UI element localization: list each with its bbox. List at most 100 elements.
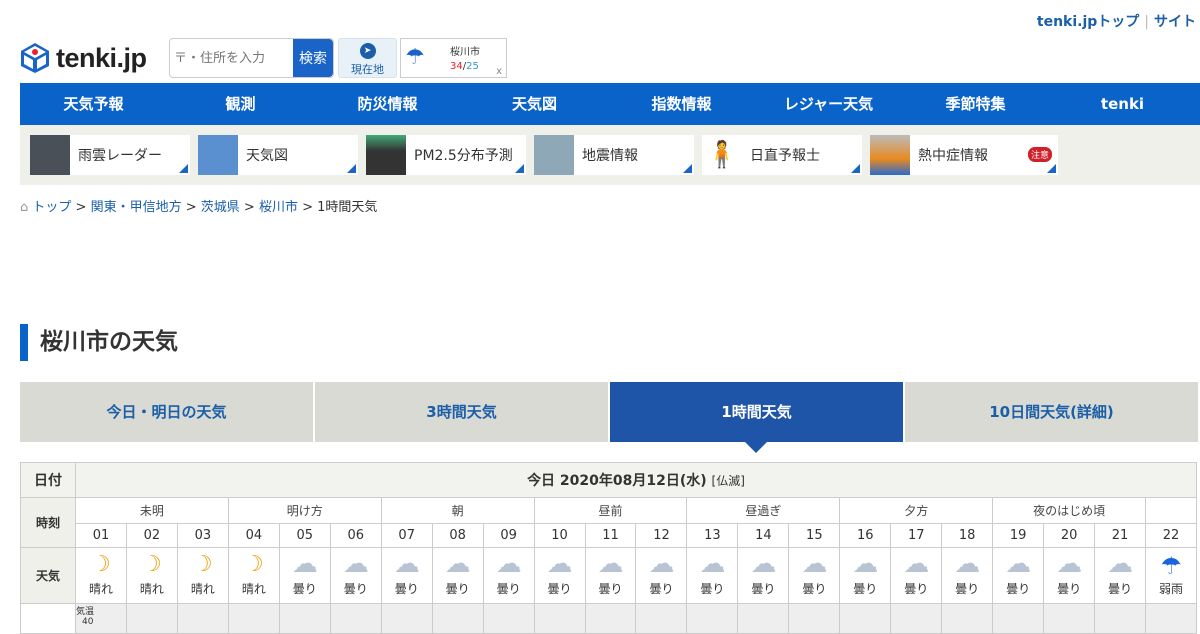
tab-today-tomorrow[interactable]: 今日・明日の天気 xyxy=(20,382,313,442)
weather-text: 曇り xyxy=(343,582,368,596)
tab-3hour[interactable]: 3時間天気 xyxy=(315,382,608,442)
shortcut-label: 熱中症情報 xyxy=(918,148,988,164)
time-segment: 夕方 xyxy=(839,497,994,524)
radar-thumbnail xyxy=(30,135,70,175)
temp-graph-cell xyxy=(431,603,484,634)
pm25-thumbnail xyxy=(366,135,406,175)
weather-text: 曇り xyxy=(445,582,470,596)
nav-tenki[interactable]: tenki xyxy=(1049,83,1196,125)
hour-cell: 14 xyxy=(737,523,790,548)
cloudy-icon: ☁ xyxy=(342,549,369,579)
temp-graph-cell xyxy=(941,603,994,634)
weather-cell: ☽ 晴れ xyxy=(227,547,280,604)
search-box: 検索 xyxy=(169,38,334,78)
cloudy-icon: ☁ xyxy=(1056,549,1083,579)
earthquake-thumbnail xyxy=(534,135,574,175)
breadcrumb-city[interactable]: 桜川市 xyxy=(259,200,298,215)
hour-cell: 13 xyxy=(686,523,739,548)
weather-cell: ☁ 曇り xyxy=(788,547,841,604)
temp-graph-cell xyxy=(227,603,280,634)
hour-cell: 02 xyxy=(125,523,178,548)
low-temp: 25 xyxy=(466,61,479,72)
hour-cell: 10 xyxy=(533,523,586,548)
shortcut-forecaster[interactable]: 🧍 日直予報士 xyxy=(702,135,862,175)
forecast-tabs: 今日・明日の天気 3時間天気 1時間天気 10日間天気(詳細) xyxy=(20,382,1198,453)
link-site[interactable]: サイト xyxy=(1154,14,1196,30)
cloudy-icon: ☁ xyxy=(546,549,573,579)
shortcut-label: 日直予報士 xyxy=(750,148,820,164)
weather-cell: ☂ 弱雨 xyxy=(1145,547,1197,604)
search-input[interactable] xyxy=(170,39,293,77)
breadcrumb-top[interactable]: トップ xyxy=(32,200,71,215)
weather-text: 曇り xyxy=(700,582,725,596)
temp-graph-cell xyxy=(125,603,178,634)
weather-text: 曇り xyxy=(751,582,776,596)
hour-cell: 17 xyxy=(890,523,943,548)
temp-graph-cell xyxy=(737,603,790,634)
time-segment: 昼前 xyxy=(533,497,688,524)
weather-cell: ☁ 曇り xyxy=(737,547,790,604)
temp-axis-tick: 40 xyxy=(82,617,94,627)
tab-1hour[interactable]: 1時間天気 xyxy=(610,382,903,453)
temp-graph-cell xyxy=(686,603,739,634)
temp-label: 気温 xyxy=(76,607,95,617)
nav-observation[interactable]: 観測 xyxy=(167,83,314,125)
cloudy-icon: ☁ xyxy=(954,549,981,579)
tab-10day[interactable]: 10日間天気(詳細) xyxy=(905,382,1198,442)
shortcut-weather-map[interactable]: 天気図 xyxy=(198,135,358,175)
cloudy-icon: ☁ xyxy=(852,549,879,579)
weather-cell: ☁ 曇り xyxy=(329,547,382,604)
weather-text: 晴れ xyxy=(139,582,164,596)
tenki-logo-icon xyxy=(21,43,49,73)
weather-cell: ☁ 曇り xyxy=(992,547,1045,604)
hour-cell: 05 xyxy=(278,523,331,548)
nav-season[interactable]: 季節特集 xyxy=(902,83,1049,125)
rokuyo: [仏滅] xyxy=(711,474,745,488)
shortcut-rain-radar[interactable]: 雨雲レーダー xyxy=(30,135,190,175)
time-segment: 夜のはじめ頃 xyxy=(992,497,1147,524)
shortcut-pm25[interactable]: PM2.5分布予測 xyxy=(366,135,526,175)
weather-text: 曇り xyxy=(547,582,572,596)
hour-cell: 21 xyxy=(1094,523,1147,548)
nav-weather-map[interactable]: 天気図 xyxy=(461,83,608,125)
link-tenki-top[interactable]: tenki.jpトップ xyxy=(1037,14,1139,30)
temp-graph-cell xyxy=(329,603,382,634)
weather-text: 晴れ xyxy=(241,582,266,596)
weather-cell: ☁ 曇り xyxy=(278,547,331,604)
shortcut-earthquake[interactable]: 地震情報 xyxy=(534,135,694,175)
search-button[interactable]: 検索 xyxy=(293,39,333,77)
weather-cell: ☁ 曇り xyxy=(1094,547,1147,604)
nav-disaster[interactable]: 防災情報 xyxy=(314,83,461,125)
weather-cell: ☽ 晴れ xyxy=(176,547,229,604)
hour-cell: 08 xyxy=(431,523,484,548)
temp-graph-cell xyxy=(176,603,229,634)
temp-graph-cell xyxy=(992,603,1045,634)
nav-leisure[interactable]: レジャー天気 xyxy=(755,83,902,125)
cloudy-icon: ☁ xyxy=(750,549,777,579)
weather-text: 曇り xyxy=(394,582,419,596)
weather-text: 曇り xyxy=(802,582,827,596)
nav-forecast[interactable]: 天気予報 xyxy=(20,83,167,125)
nav-index[interactable]: 指数情報 xyxy=(608,83,755,125)
weather-text: 曇り xyxy=(598,582,623,596)
weather-text: 曇り xyxy=(1006,582,1031,596)
logo[interactable]: tenki.jp xyxy=(20,42,147,74)
saved-location-name: 桜川市 xyxy=(450,47,480,58)
cloudy-icon: ☁ xyxy=(903,549,930,579)
breadcrumb-region[interactable]: 関東・甲信地方 xyxy=(91,200,182,215)
cloud-rain-icon: ☂ xyxy=(405,45,425,70)
saved-location[interactable]: ☂ 桜川市 34/25 x xyxy=(400,38,507,78)
weather-text: 弱雨 xyxy=(1159,582,1184,596)
breadcrumb-prefecture[interactable]: 茨城県 xyxy=(201,200,240,215)
temp-graph-cell xyxy=(380,603,433,634)
temp-row-header xyxy=(20,603,76,634)
clear-night-icon: ☽ xyxy=(243,552,264,577)
hour-cell: 15 xyxy=(788,523,841,548)
temp-graph-cell xyxy=(1094,603,1147,634)
current-location-button[interactable]: ➤ 現在地 xyxy=(338,38,397,78)
home-icon: ⌂ xyxy=(20,200,29,215)
shortcut-heatstroke[interactable]: 熱中症情報 注意 xyxy=(870,135,1058,175)
close-icon[interactable]: x xyxy=(496,66,502,77)
cloudy-icon: ☁ xyxy=(648,549,675,579)
temp-graph-cell xyxy=(839,603,892,634)
